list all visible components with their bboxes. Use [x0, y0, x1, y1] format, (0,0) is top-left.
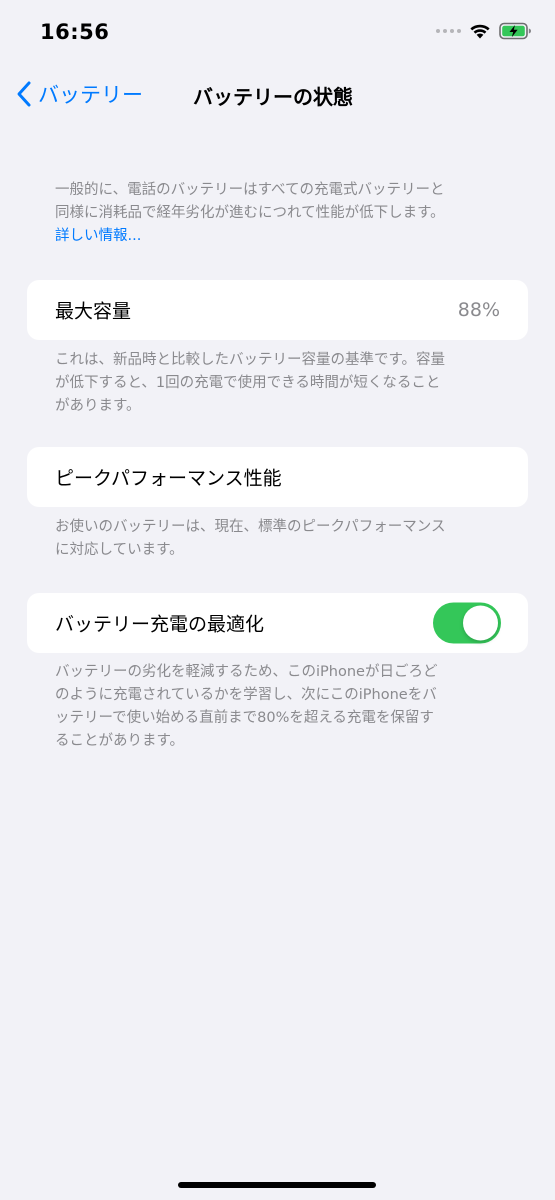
intro-text-line: 一般的に、電話のバッテリーはすべての充電式バッテリーと	[55, 182, 445, 198]
footnote-line: に対応しています。	[55, 542, 184, 558]
learn-more-link[interactable]: 詳しい情報...	[55, 225, 505, 248]
battery-health-screen: 16:56 バッテリー バッテリーの状態 一般的に、電話のバッテリーはすべての充…	[0, 0, 555, 1200]
wifi-icon	[470, 24, 490, 39]
footnote-line: これは、新品時と比較したバッテリー容量の基準です。容量	[55, 352, 446, 368]
optimized-charging-toggle[interactable]	[433, 602, 501, 644]
status-time: 16:56	[40, 20, 110, 44]
navigation-bar: バッテリー バッテリーの状態	[0, 64, 555, 124]
status-icons	[436, 22, 533, 40]
optimized-charging-label: バッテリー充電の最適化	[55, 613, 265, 636]
peak-performance-label: ピークパフォーマンス性能	[55, 467, 282, 490]
max-capacity-label: 最大容量	[55, 300, 132, 323]
page-title: バッテリーの状態	[193, 85, 353, 109]
footnote-line: があります。	[55, 398, 141, 414]
chevron-left-icon	[17, 81, 31, 107]
footnote-line: ることがあります。	[55, 733, 185, 749]
back-button[interactable]: バッテリー	[16, 79, 143, 109]
footnote-line: のように充電されているかを学習し、次にこのiPhoneをバ	[55, 687, 437, 703]
footnote-line: ッテリーで使い始める直前まで80%を超える充電を保留す	[55, 710, 434, 726]
battery-charging-icon	[499, 22, 531, 40]
optimized-charging-row: バッテリー充電の最適化	[27, 593, 528, 653]
footnote-line: が低下すると、1回の充電で使用できる時間が短くなること	[55, 375, 441, 391]
cellular-signal-icon	[436, 29, 461, 33]
footnote-line: バッテリーの劣化を軽減するため、このiPhoneが日ごろど	[55, 664, 438, 680]
optimized-charging-footnote: バッテリーの劣化を軽減するため、このiPhoneが日ごろど のように充電されてい…	[55, 661, 505, 753]
back-button-label: バッテリー	[38, 83, 143, 107]
max-capacity-footnote: これは、新品時と比較したバッテリー容量の基準です。容量 が低下すると、1回の充電…	[55, 349, 505, 418]
intro-text-line: 同様に消耗品で経年劣化が進むにつれて性能が低下します。	[55, 205, 445, 221]
status-bar: 16:56	[0, 0, 555, 64]
peak-performance-footnote: お使いのバッテリーは、現在、標準のピークパフォーマンス に対応しています。	[55, 516, 505, 562]
toggle-knob	[463, 605, 498, 641]
max-capacity-value: 88%	[457, 299, 500, 321]
home-indicator[interactable]	[178, 1182, 376, 1188]
max-capacity-row: 最大容量 88%	[27, 280, 528, 340]
intro-description: 一般的に、電話のバッテリーはすべての充電式バッテリーと 同様に消耗品で経年劣化が…	[55, 179, 505, 248]
footnote-line: お使いのバッテリーは、現在、標準のピークパフォーマンス	[55, 519, 446, 535]
peak-performance-row: ピークパフォーマンス性能	[27, 447, 528, 507]
